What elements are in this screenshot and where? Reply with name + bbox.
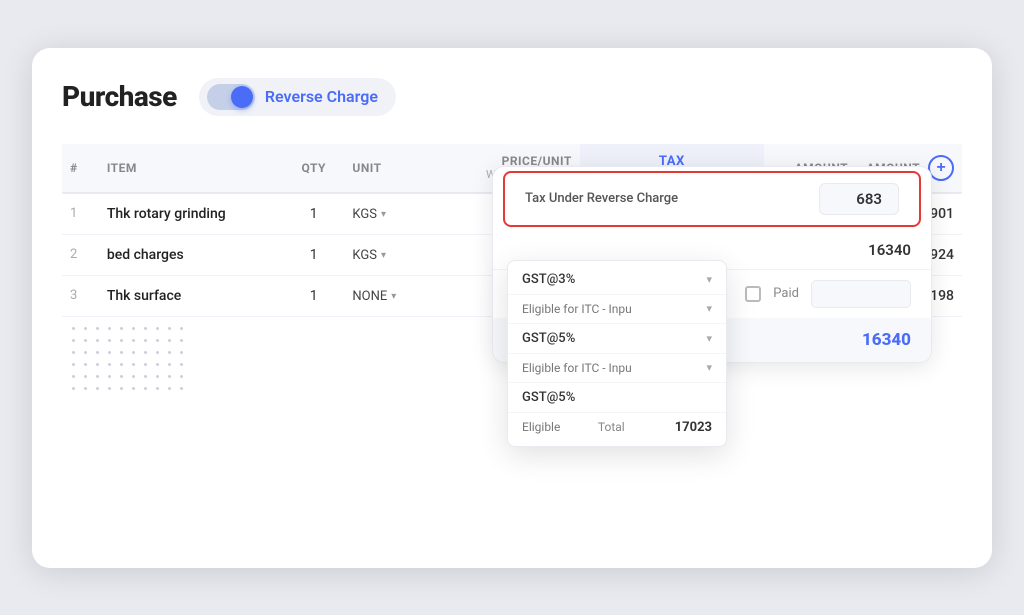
dropdown-item-eligible-partial[interactable]: Eligible Total 17023	[508, 413, 726, 442]
page-title: Purchase	[62, 80, 177, 113]
qty-2[interactable]: 1	[283, 234, 344, 275]
unit-1[interactable]: KGS ▾	[344, 193, 446, 235]
dropdown-item-gst3-eligible[interactable]: Eligible for ITC - Inpu ▾	[508, 295, 726, 324]
col-header-hash: #	[62, 144, 99, 193]
reverse-charge-label: Reverse Charge	[265, 87, 378, 106]
dropdown-chevron: ▾	[706, 302, 712, 315]
row-num-1: 1	[62, 193, 99, 235]
reverse-charge-value[interactable]: 683	[819, 183, 899, 215]
dropdown-chevron: ▾	[706, 332, 712, 345]
row-num-2: 2	[62, 234, 99, 275]
unit-chevron-3: ▾	[391, 291, 396, 302]
tax-dropdown: GST@3% ▾ Eligible for ITC - Inpu ▾ GST@5…	[507, 260, 727, 447]
balance-value: 16340	[862, 330, 911, 350]
main-card: Purchase Reverse Charge # ITEM QTY UNIT …	[32, 48, 992, 568]
unit-2[interactable]: KGS ▾	[344, 234, 446, 275]
toggle-container[interactable]: Reverse Charge	[199, 78, 396, 116]
dropdown-item-gst5[interactable]: GST@5% ▾	[508, 324, 726, 354]
unit-chevron-2: ▾	[381, 250, 386, 261]
dropdown-chevron: ▾	[706, 361, 712, 374]
dropdown-item-gst5-eligible[interactable]: Eligible for ITC - Inpu ▾	[508, 354, 726, 383]
table-wrapper: # ITEM QTY UNIT PRICE/UNIT Without Tax ▾…	[62, 144, 962, 395]
item-name-1[interactable]: Thk rotary grinding	[99, 193, 283, 235]
paid-input[interactable]	[811, 280, 911, 308]
subtotal-value: 16340	[868, 241, 911, 259]
item-name-2[interactable]: bed charges	[99, 234, 283, 275]
reverse-charge-toggle[interactable]	[207, 84, 255, 110]
qty-3[interactable]: 1	[283, 275, 344, 316]
col-header-item: ITEM	[99, 144, 283, 193]
paid-checkbox[interactable]	[745, 286, 761, 302]
reverse-charge-row: Tax Under Reverse Charge 683	[503, 171, 921, 227]
col-header-qty: QTY	[283, 144, 344, 193]
unit-chevron-1: ▾	[381, 209, 386, 220]
dropdown-item-gst3[interactable]: GST@3% ▾	[508, 265, 726, 295]
dropdown-chevron: ▾	[706, 273, 712, 286]
item-name-3[interactable]: Thk surface	[99, 275, 283, 316]
col-header-unit: UNIT	[344, 144, 446, 193]
row-num-3: 3	[62, 275, 99, 316]
qty-1[interactable]: 1	[283, 193, 344, 235]
toggle-knob	[231, 86, 253, 108]
reverse-charge-label: Tax Under Reverse Charge	[525, 191, 678, 206]
header-row: Purchase Reverse Charge	[62, 78, 962, 116]
paid-label: Paid	[773, 286, 799, 301]
dropdown-item-gst5b[interactable]: GST@5%	[508, 383, 726, 413]
unit-3[interactable]: NONE ▾	[344, 275, 446, 316]
